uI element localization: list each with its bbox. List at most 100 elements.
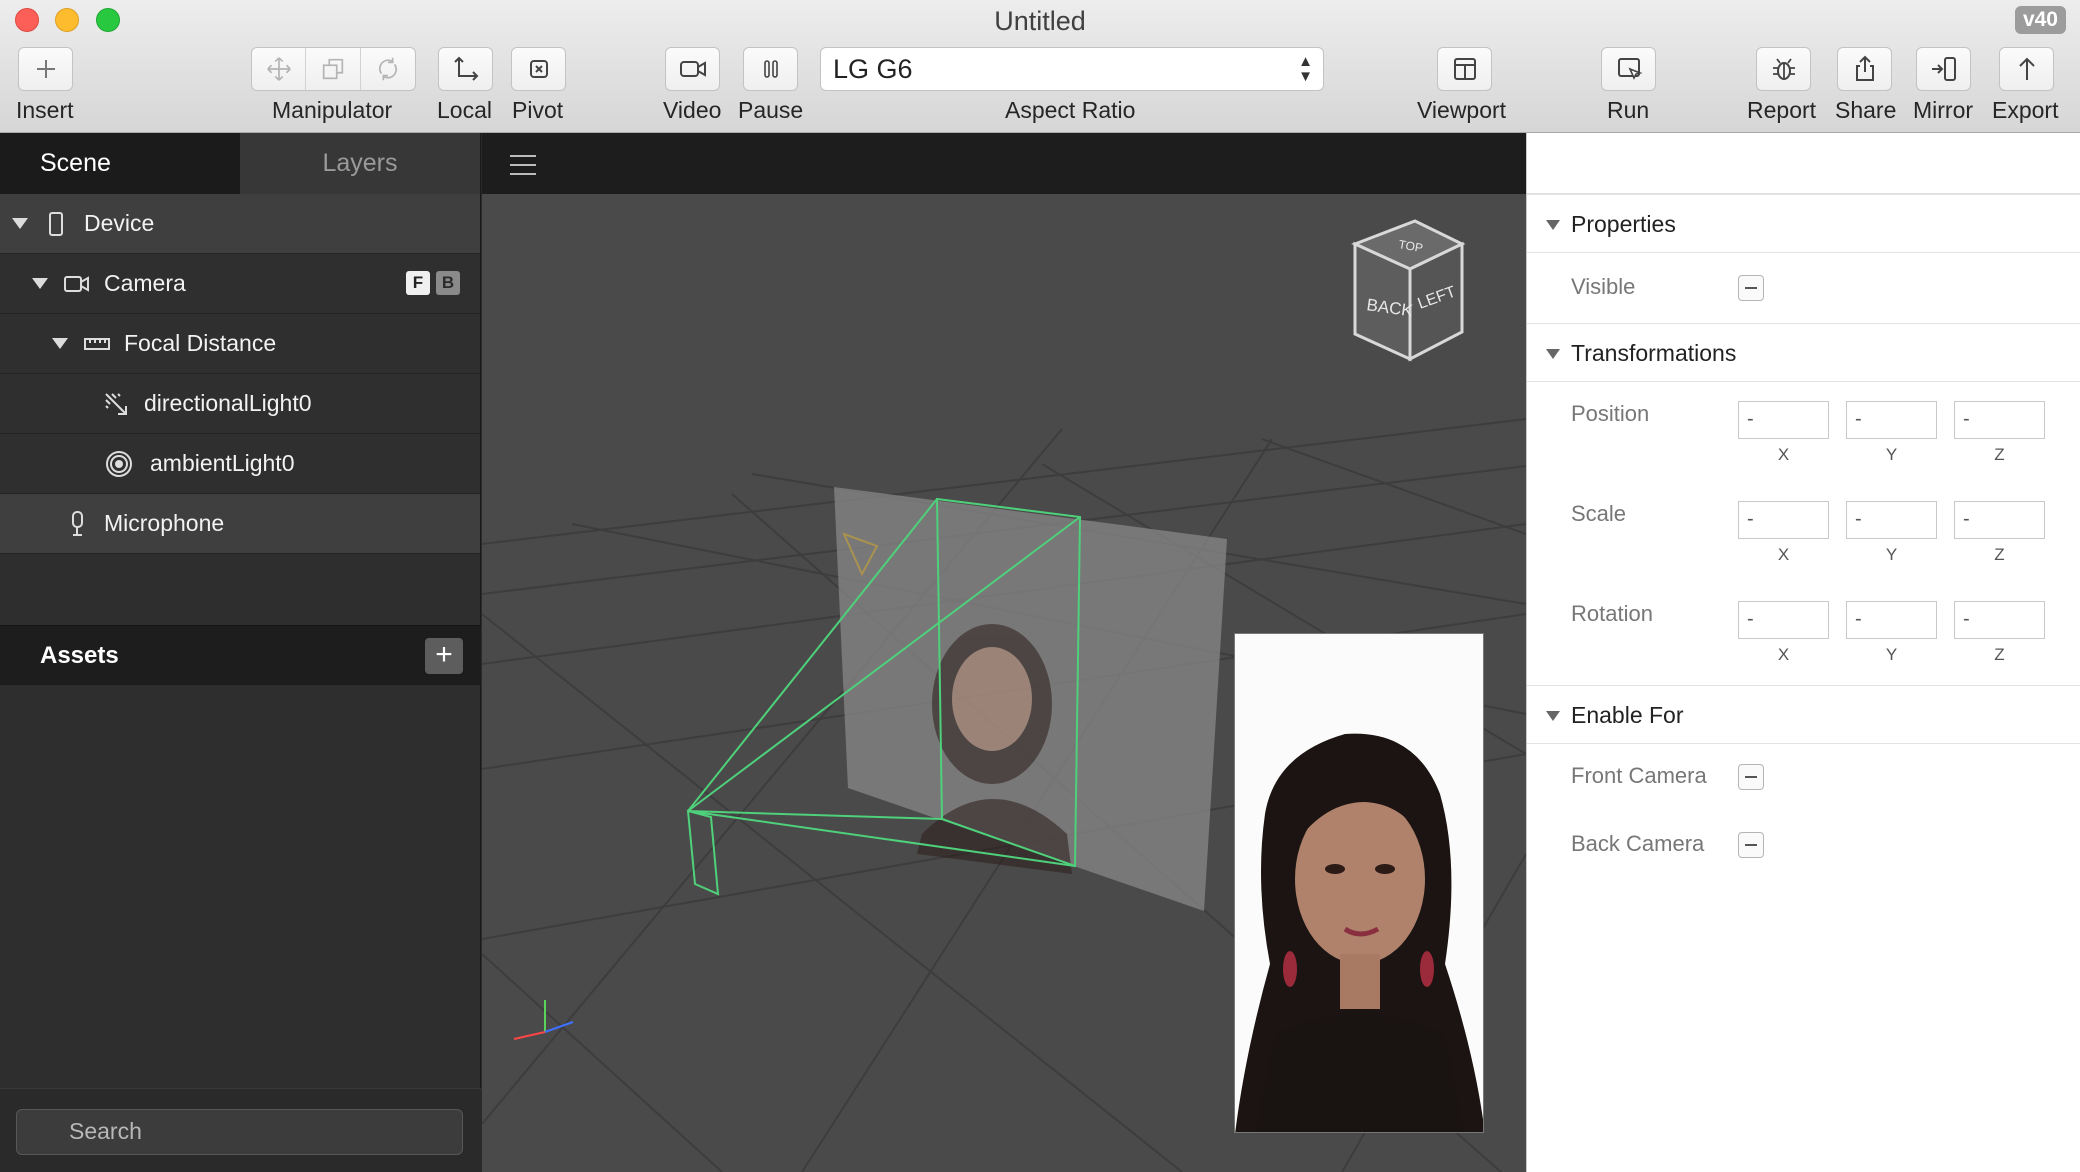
share-label: Share <box>1835 97 1897 123</box>
tree-item-microphone[interactable]: Microphone <box>0 494 480 554</box>
scale-icon <box>322 58 344 80</box>
search-input[interactable]: Search <box>16 1109 463 1155</box>
tree-item-label: Device <box>84 210 155 236</box>
toolbar: Untitled v40 Insert Manipulator Local Pi… <box>0 0 2080 133</box>
position-y-field[interactable]: - <box>1846 401 1937 439</box>
export-arrow-icon <box>2018 57 2035 80</box>
run-button[interactable] <box>1601 47 1656 91</box>
disclosure-triangle-icon[interactable] <box>1546 220 1560 230</box>
rotate-tool-button[interactable] <box>361 48 415 90</box>
video-camera-icon <box>679 61 706 77</box>
position-z-field[interactable]: - <box>1954 401 2045 439</box>
plus-icon <box>36 60 55 78</box>
axis-z-label: Z <box>1994 445 2005 464</box>
scale-label: Scale <box>1571 501 1627 526</box>
viewport-layout-icon <box>1453 58 1476 80</box>
run-label: Run <box>1607 97 1650 123</box>
front-camera-checkbox[interactable] <box>1738 764 1764 790</box>
disclosure-triangle-icon[interactable] <box>32 278 48 289</box>
tree-item-ambient-light[interactable]: ambientLight0 <box>0 434 480 494</box>
axis-z-label: Z <box>1994 645 2005 664</box>
pivot-label: Pivot <box>512 97 564 123</box>
tab-layers[interactable]: Layers <box>240 133 480 194</box>
tree-item-focal-distance[interactable]: Focal Distance <box>0 314 480 374</box>
pivot-button[interactable] <box>511 47 566 91</box>
visible-label: Visible <box>1571 274 1636 299</box>
tab-scene[interactable]: Scene <box>0 133 240 194</box>
axis-y-label: Y <box>1885 645 1898 664</box>
scale-x-field[interactable]: - <box>1738 501 1829 539</box>
manipulator-label: Manipulator <box>272 97 393 123</box>
report-button[interactable] <box>1756 47 1811 91</box>
front-camera-badge[interactable]: F <box>406 271 430 295</box>
add-asset-button[interactable]: + <box>425 638 463 674</box>
export-button[interactable] <box>1999 47 2054 91</box>
aspect-ratio-select[interactable]: LG G6 ▲ ▼ <box>820 47 1324 91</box>
hamburger-menu-icon[interactable] <box>510 155 536 182</box>
disclosure-triangle-icon[interactable] <box>12 218 28 229</box>
visible-checkbox[interactable] <box>1738 275 1764 301</box>
rotation-z-field[interactable]: - <box>1954 601 2045 639</box>
move-tool-button[interactable] <box>252 48 307 90</box>
report-label: Report <box>1747 97 1817 123</box>
scale-y-field[interactable]: - <box>1846 501 1937 539</box>
tree-item-camera[interactable]: Camera F B <box>0 254 480 314</box>
enable-for-section-header[interactable]: Enable For <box>1527 685 2080 744</box>
scale-z-field[interactable]: - <box>1954 501 2045 539</box>
transformations-title: Transformations <box>1571 340 1737 366</box>
share-icon <box>1855 55 1874 81</box>
properties-title: Properties <box>1571 211 1676 237</box>
local-button[interactable] <box>438 47 493 91</box>
insert-button[interactable] <box>18 47 73 91</box>
mirror-label: Mirror <box>1913 97 1974 123</box>
axis-x-label: X <box>1777 645 1790 664</box>
ruler-icon <box>84 338 110 350</box>
assets-title: Assets <box>40 642 119 669</box>
tree-item-label: Microphone <box>104 510 225 536</box>
pause-icon <box>763 60 778 78</box>
microphone-icon <box>72 511 83 536</box>
pause-button[interactable] <box>743 47 798 91</box>
rotation-x-field[interactable]: - <box>1738 601 1829 639</box>
local-axes-icon <box>453 56 478 81</box>
scale-tool-button[interactable] <box>306 48 361 90</box>
transformations-section-header[interactable]: Transformations <box>1527 323 2080 382</box>
tree-item-label: Focal Distance <box>124 330 277 356</box>
front-camera-label: Front Camera <box>1571 763 1707 788</box>
properties-section-header[interactable]: Properties <box>1527 194 2080 253</box>
run-device-icon <box>1617 58 1643 80</box>
tree-item-directional-light[interactable]: directionalLight0 <box>0 374 480 434</box>
video-label: Video <box>663 97 722 123</box>
video-button[interactable] <box>665 47 720 91</box>
disclosure-triangle-icon[interactable] <box>1546 711 1560 721</box>
export-label: Export <box>1992 97 2059 123</box>
viewport-label: Viewport <box>1417 97 1507 123</box>
back-camera-checkbox[interactable] <box>1738 832 1764 858</box>
inspector-header <box>1527 133 2080 194</box>
position-label: Position <box>1571 401 1650 426</box>
assets-header: Assets + <box>0 625 481 685</box>
viewport-button[interactable] <box>1437 47 1492 91</box>
directional-light-icon <box>105 393 127 415</box>
scene-viewport[interactable]: BACK LEFT TOP <box>482 133 1526 1172</box>
aspect-ratio-value: LG G6 <box>833 54 913 84</box>
pause-label: Pause <box>738 97 804 123</box>
disclosure-triangle-icon[interactable] <box>52 338 68 349</box>
scene-tabs: Scene Layers <box>0 133 480 194</box>
axis-y-label: Y <box>1885 545 1898 564</box>
version-badge: v40 <box>2014 6 2066 34</box>
local-label: Local <box>437 97 492 123</box>
share-button[interactable] <box>1837 47 1892 91</box>
mirror-button[interactable] <box>1916 47 1971 91</box>
axis-gizmo <box>513 1000 574 1040</box>
disclosure-triangle-icon[interactable] <box>1546 349 1560 359</box>
tree-item-device[interactable]: Device <box>0 194 480 254</box>
back-camera-badge[interactable]: B <box>436 271 460 295</box>
view-cube[interactable]: BACK LEFT TOP <box>1350 219 1500 364</box>
rotation-y-field[interactable]: - <box>1846 601 1937 639</box>
move-icon <box>266 57 291 81</box>
position-x-field[interactable]: - <box>1738 401 1829 439</box>
search-area: Search <box>0 1088 481 1172</box>
rotation-label: Rotation <box>1571 601 1653 626</box>
portrait-image <box>1235 634 1483 1132</box>
